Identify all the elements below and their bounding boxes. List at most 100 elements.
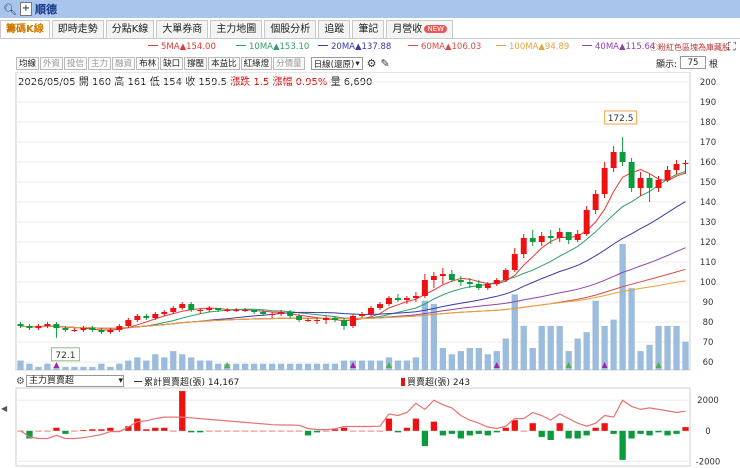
ma-legend-item[interactable]: 100MA▲94.89 <box>496 42 569 52</box>
candle-body <box>610 152 617 168</box>
indicator-chart[interactable]: 2000 0 -2000 <box>0 372 740 468</box>
tab-label: 追蹤 <box>324 24 345 35</box>
price-tick-label: 100 <box>700 278 716 288</box>
period-select[interactable]: 日線(還原) ▾ <box>310 57 363 70</box>
overlay-toggle-button[interactable]: 外資 <box>40 57 64 70</box>
volume-bar <box>188 357 195 370</box>
ma-line-swatch-icon <box>148 45 158 46</box>
candle-body <box>457 280 464 282</box>
candle-body <box>619 152 626 162</box>
search-icon[interactable]: 🔍︎ <box>0 1 20 17</box>
tab-2[interactable]: 分點K線 <box>105 20 155 38</box>
overlay-toggle-button[interactable]: 均線 <box>16 57 40 70</box>
expand-icon[interactable]: ⛶ <box>728 40 736 54</box>
tab-8[interactable]: 月營收 NEW <box>386 20 453 38</box>
candle-body <box>574 234 581 240</box>
tab-1[interactable]: 即時走勢 <box>51 20 104 38</box>
net-buy-bar <box>448 430 455 434</box>
chart-toolbar: 均線 外資 投信 主力 融資 布林 缺口 撐壓 本益比 紅綠燈 分價量 日線(還原) ▾ ⚙ ✎ 顯… <box>16 56 718 71</box>
display-count-label: 顯示: <box>656 60 678 70</box>
candle-body <box>233 310 240 311</box>
overlay-toggle-button[interactable]: 缺口 <box>160 57 184 70</box>
tab-5[interactable]: 個股分析 <box>264 20 317 38</box>
candle-body <box>673 164 680 170</box>
candle-body <box>260 312 267 314</box>
ma-line <box>20 170 686 330</box>
candle-body <box>538 236 545 242</box>
ma-value: 154.00 <box>186 42 216 52</box>
candle-body <box>565 232 572 240</box>
volume-bar <box>619 244 626 370</box>
volume-bar <box>71 366 78 370</box>
candle-body <box>143 316 150 318</box>
volume-bar <box>520 325 527 370</box>
overlay-toggle-button[interactable]: 主力 <box>88 57 112 70</box>
ma-legend-item[interactable]: 5MA▲154.00 <box>148 42 216 52</box>
net-buy-bar <box>107 427 114 431</box>
volume-bar <box>143 360 150 370</box>
overlay-toggle-button[interactable]: 分價量 <box>273 57 305 70</box>
draw-pencil-icon[interactable]: ✎ <box>381 57 390 70</box>
candle-body <box>89 328 96 330</box>
net-buy-bar <box>98 429 105 431</box>
ma-legend-item[interactable]: 40MA▲115.64 <box>582 42 655 52</box>
candle-body <box>170 308 177 312</box>
ma-legend-item[interactable]: 60MA▲106.03 <box>408 42 481 52</box>
tab-label: 大單券商 <box>162 24 203 35</box>
ma-line-swatch-icon <box>496 45 506 46</box>
ma-legend-item[interactable]: 20MA▲137.88 <box>318 42 391 52</box>
tab-0[interactable]: 籌碼K線 <box>0 20 50 38</box>
net-buy-bar <box>233 430 240 432</box>
candle-body <box>323 318 330 320</box>
candle-body <box>62 328 69 330</box>
volume-bar <box>403 360 411 370</box>
candle-body <box>430 276 437 280</box>
add-icon[interactable]: + <box>20 2 32 16</box>
ma-label: 10MA <box>249 42 273 52</box>
net-buy-bar <box>259 430 267 432</box>
candle-body <box>520 238 527 254</box>
overlay-toggle-button[interactable]: 紅綠燈 <box>240 57 273 70</box>
tab-4[interactable]: 主力地圖 <box>210 20 263 38</box>
price-tick-label: 160 <box>700 158 716 168</box>
net-buy-bar <box>53 427 60 431</box>
overlay-toggle-button[interactable]: 本益比 <box>208 57 240 70</box>
tab-3[interactable]: 大單券商 <box>156 20 209 38</box>
overlay-toggle-button[interactable]: 融資 <box>112 57 136 70</box>
price-chart[interactable]: 200 190 180 170 160 150 140 130 120 110 100 90 80 70 6… <box>0 72 740 372</box>
net-buy-bar <box>206 430 213 432</box>
candle-body <box>26 326 33 328</box>
candle-body <box>287 312 294 316</box>
net-buy-bar <box>313 430 321 433</box>
settings-gear-icon[interactable]: ⚙ <box>367 57 377 70</box>
candle-body <box>376 304 383 308</box>
net-buy-bar <box>556 423 563 431</box>
net-buy-bar <box>44 430 51 432</box>
net-buy-bar <box>152 427 159 431</box>
net-buy-bar <box>143 429 150 431</box>
candle-body <box>80 328 87 330</box>
net-buy-bar <box>89 429 96 431</box>
candle-body <box>152 314 159 318</box>
candle-body <box>305 320 312 321</box>
volume-bar <box>475 347 482 370</box>
ma-line-swatch-icon <box>408 45 418 46</box>
net-buy-bar <box>349 430 357 432</box>
net-buy-bar <box>502 427 509 431</box>
overlay-toggle-button[interactable]: 布林 <box>136 57 160 70</box>
volume-bar <box>206 360 213 370</box>
tab-6[interactable]: 追蹤 <box>318 20 351 38</box>
overlay-toggle-button[interactable]: 投信 <box>64 57 88 70</box>
volume-bar <box>637 351 644 370</box>
tab-7[interactable]: 筆記 <box>352 20 385 38</box>
display-count-input[interactable]: 75 <box>680 56 706 69</box>
net-buy-bar <box>565 430 572 439</box>
ma-label: 20MA <box>331 42 355 52</box>
ma-legend-item[interactable]: 10MA▲153.10 <box>236 42 309 52</box>
volume-bar <box>592 300 599 370</box>
volume-bar <box>197 360 204 370</box>
volume-bar <box>233 363 240 370</box>
overlay-toggle-button[interactable]: 撐壓 <box>184 57 208 70</box>
volume-bar <box>89 366 96 370</box>
ma-label: 60MA <box>421 42 445 52</box>
